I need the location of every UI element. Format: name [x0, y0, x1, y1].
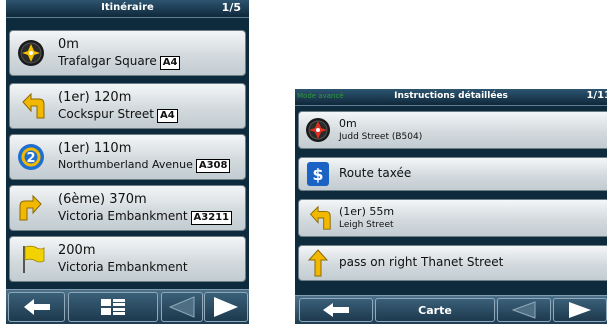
instruction-text: Route taxée	[339, 166, 412, 180]
previous-icon	[168, 296, 195, 318]
itinerary-screen: Itinéraire 1/5 0m Trafalgar Square A4 (1e…	[6, 0, 249, 324]
distance-text: (1er) 110m	[58, 141, 132, 156]
next-icon	[214, 297, 238, 317]
road-badge: A3211	[190, 211, 233, 225]
roundabout-2-icon: 2	[17, 143, 45, 171]
road-badge: A308	[195, 159, 231, 173]
bottom-toolbar	[6, 289, 249, 324]
route-step-item[interactable]: 0m Trafalgar Square A4	[9, 30, 246, 76]
route-step-item[interactable]: (6ème) 370m Victoria Embankment A3211	[9, 185, 246, 231]
title-bar: Itinéraire 1/5	[6, 0, 249, 18]
compass-start-icon	[17, 39, 45, 67]
view-toggle-icon	[101, 299, 125, 315]
map-button[interactable]: Carte	[375, 298, 495, 322]
instruction-item[interactable]: $ Route taxée	[298, 157, 607, 191]
detailed-instructions-screen: Mode avancé Instructions détaillées 1/11…	[295, 89, 607, 324]
street-text: Cockspur Street A4	[58, 107, 178, 123]
bottom-toolbar: Carte	[295, 295, 607, 324]
screen-title: Instructions détaillées	[394, 91, 508, 101]
back-arrow-icon	[23, 299, 50, 315]
street-text: Victoria Embankment A3211	[58, 209, 233, 225]
previous-button[interactable]	[161, 292, 203, 322]
road-badge: A4	[159, 56, 181, 70]
distance-text: 0m	[58, 37, 79, 52]
route-step-item[interactable]: (1er) 120m Cockspur Street A4	[9, 83, 246, 129]
route-step-item[interactable]: 200m Victoria Embankment	[9, 236, 246, 282]
destination-flag-icon	[20, 244, 46, 274]
straight-arrow-icon	[308, 249, 328, 277]
distance-text: (6ème) 370m	[58, 192, 147, 207]
street-text: Judd Street (B504)	[339, 132, 423, 142]
instruction-item[interactable]: (1er) 55m Leigh Street	[298, 199, 607, 237]
map-button-label: Carte	[418, 303, 452, 317]
compass-start-icon	[305, 117, 331, 143]
screen-title: Itinéraire	[101, 2, 154, 13]
street-text: Trafalgar Square A4	[58, 54, 181, 70]
turn-right-arrow-icon	[17, 193, 47, 223]
street-text: Victoria Embankment	[58, 260, 188, 274]
next-button[interactable]	[553, 298, 607, 322]
next-button[interactable]	[204, 292, 248, 322]
distance-text: 0m	[339, 117, 357, 130]
instruction-item[interactable]: 0m Judd Street (B504)	[298, 111, 607, 149]
next-icon	[569, 302, 591, 318]
distance-text: (1er) 120m	[58, 90, 132, 105]
street-text: Leigh Street	[339, 220, 394, 230]
toll-road-icon: $	[307, 162, 329, 186]
distance-text: (1er) 55m	[339, 205, 395, 218]
title-bar: Mode avancé Instructions détaillées 1/11	[295, 89, 607, 106]
turn-left-arrow-icon	[17, 91, 47, 121]
previous-button[interactable]	[497, 298, 551, 322]
turn-left-arrow-icon	[305, 204, 333, 232]
page-indicator: 1/11	[586, 90, 607, 101]
distance-text: 200m	[58, 243, 96, 258]
back-arrow-icon	[323, 303, 349, 317]
back-button[interactable]	[299, 298, 373, 322]
previous-icon	[511, 301, 536, 319]
back-button[interactable]	[8, 292, 65, 322]
street-text: Northumberland Avenue A308	[58, 158, 231, 173]
instruction-item[interactable]: pass on right Thanet Street	[298, 245, 607, 281]
view-toggle-button[interactable]	[68, 292, 158, 322]
page-indicator: 1/5	[221, 1, 241, 14]
instruction-text: pass on right Thanet Street	[339, 255, 504, 269]
svg-text:2: 2	[26, 151, 35, 166]
route-step-item[interactable]: 2 (1er) 110m Northumberland Avenue A308	[9, 134, 246, 180]
road-badge: A4	[156, 109, 178, 123]
